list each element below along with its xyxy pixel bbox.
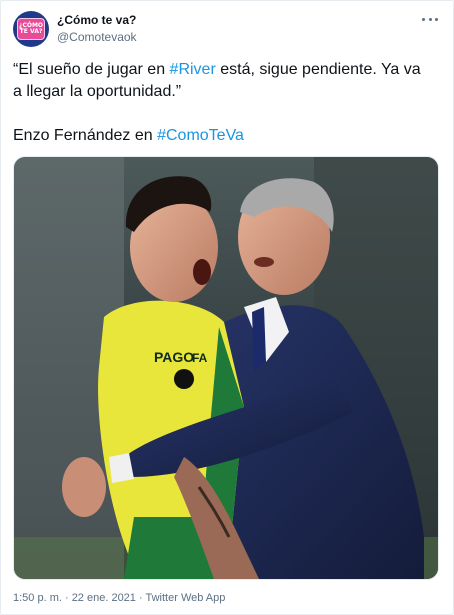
tweet-credit: Enzo Fernández en #ComoTeVa bbox=[13, 125, 433, 147]
hashtag-comoteva[interactable]: #ComoTeVa bbox=[157, 127, 244, 144]
jersey-sponsor-suffix: FA bbox=[192, 351, 208, 365]
avatar[interactable]: ¿CÓMO TE VA? bbox=[13, 11, 49, 47]
tweet-quote: “El sueño de jugar en #River está, sigue… bbox=[13, 59, 433, 103]
tweet-timestamp[interactable]: 1:50 p. m. · 22 ene. 2021 · Twitter Web … bbox=[13, 592, 225, 604]
jersey-sponsor-text: PAGO bbox=[154, 349, 194, 365]
tweet-text-segment: Enzo Fernández en bbox=[13, 127, 158, 144]
avatar-logo: ¿CÓMO TE VA? bbox=[17, 18, 45, 40]
photo-illustration: PAGO FA bbox=[14, 157, 438, 579]
author-handle[interactable]: @Comotevaok bbox=[57, 30, 137, 44]
tweet-card: ¿CÓMO TE VA? ¿Cómo te va? @Comotevaok “El… bbox=[0, 0, 454, 615]
author-display-name[interactable]: ¿Cómo te va? bbox=[57, 13, 136, 27]
tweet-photo[interactable]: PAGO FA bbox=[13, 156, 439, 580]
more-options-icon[interactable] bbox=[422, 13, 438, 25]
tweet-text-segment: “El sueño de jugar en bbox=[13, 61, 170, 78]
hashtag-river[interactable]: #River bbox=[170, 61, 216, 78]
tweet-text: “El sueño de jugar en #River está, sigue… bbox=[13, 59, 433, 147]
player-hand bbox=[62, 457, 106, 517]
